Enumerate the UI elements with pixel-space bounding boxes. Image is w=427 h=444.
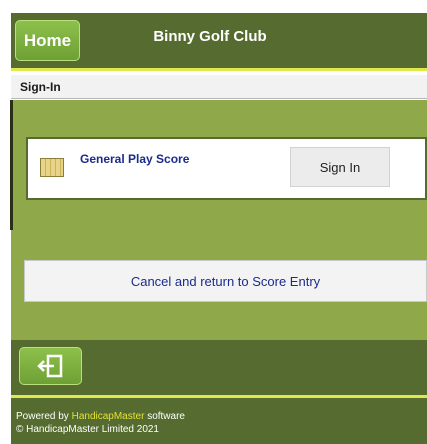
sign-in-button[interactable]: Sign In bbox=[290, 147, 390, 187]
breadcrumb: Sign-In bbox=[20, 80, 61, 94]
app-frame: Home Binny Golf Club Sign-In General Pla… bbox=[0, 0, 427, 444]
site-title: Binny Golf Club bbox=[153, 28, 267, 45]
home-button[interactable]: Home bbox=[15, 20, 80, 61]
score-type-title: General Play Score bbox=[80, 152, 190, 166]
copyright-text: © HandicapMaster Limited 2021 bbox=[16, 424, 159, 435]
left-edge-strip bbox=[10, 100, 13, 230]
content-area bbox=[11, 100, 427, 340]
sign-in-button-label: Sign In bbox=[319, 159, 361, 175]
header-divider bbox=[11, 68, 427, 71]
handicapmaster-link[interactable]: HandicapMaster bbox=[72, 411, 145, 422]
scorecard-icon bbox=[40, 158, 64, 177]
cancel-button-label: Cancel and return to Score Entry bbox=[130, 273, 321, 289]
powered-by-prefix: Powered by bbox=[16, 411, 69, 422]
cancel-button[interactable]: Cancel and return to Score Entry bbox=[24, 260, 427, 302]
powered-by-suffix: software bbox=[147, 411, 185, 422]
exit-icon bbox=[36, 354, 62, 378]
home-button-label: Home bbox=[23, 30, 72, 50]
powered-by-text: Powered by HandicapMaster software bbox=[16, 411, 185, 422]
breadcrumb-bar bbox=[11, 75, 427, 99]
exit-button[interactable] bbox=[19, 347, 82, 385]
